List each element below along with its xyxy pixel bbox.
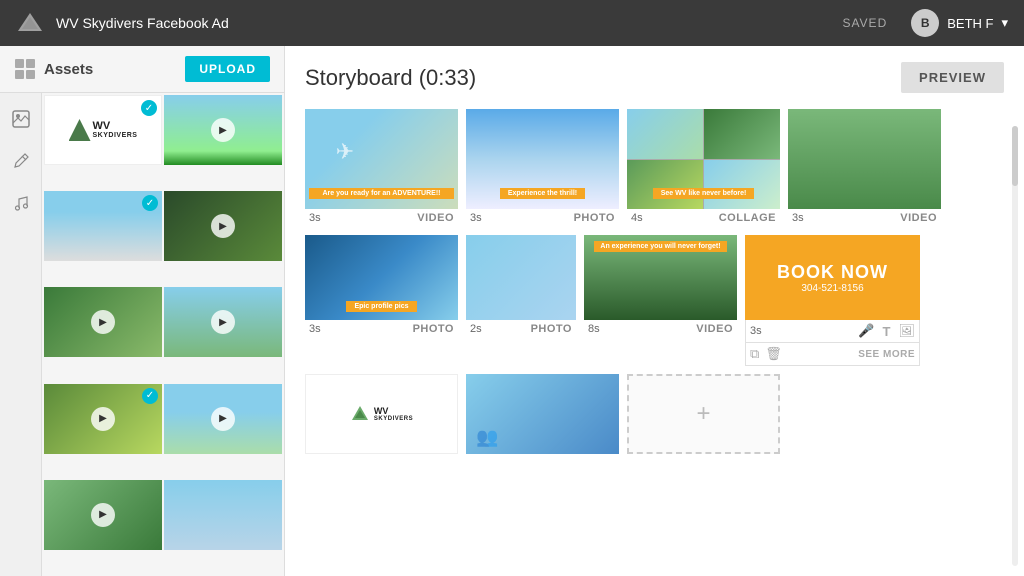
asset-thumb-2[interactable]: ▶ bbox=[164, 95, 282, 165]
asset-selected-check bbox=[142, 195, 158, 211]
play-icon: ▶ bbox=[211, 407, 235, 431]
story-duration: 2s bbox=[470, 323, 482, 335]
storyboard-title: Storyboard (0:33) bbox=[305, 65, 476, 91]
add-icon: + bbox=[696, 400, 710, 428]
story-cell-1-1[interactable]: ✈ Are you ready for an ADVENTURE!! 3s VI… bbox=[305, 109, 458, 227]
nav-pen-icon[interactable] bbox=[7, 147, 35, 175]
story-duration: 3s bbox=[309, 212, 321, 224]
play-icon: ▶ bbox=[91, 310, 115, 334]
story-type: VIDEO bbox=[900, 212, 937, 224]
story-label-2-2: 2s PHOTO bbox=[466, 320, 576, 338]
story-label-1-2: 3s PHOTO bbox=[466, 209, 619, 227]
story-duration: 3s bbox=[470, 212, 482, 224]
topbar: WV Skydivers Facebook Ad SAVED B BETH F … bbox=[0, 0, 1024, 46]
mic-icon[interactable]: 🎤 bbox=[858, 323, 874, 339]
text-icon[interactable]: T bbox=[883, 324, 891, 339]
story-label-1-1: 3s VIDEO bbox=[305, 209, 458, 227]
copy-icon[interactable]: ⧉ bbox=[750, 346, 759, 362]
content-area: Storyboard (0:33) PREVIEW ✈ Are you read… bbox=[285, 46, 1024, 576]
story-cell-3-2[interactable]: 👥 bbox=[466, 374, 619, 454]
assets-panel: WV SKYDIVERS ▶ ▶ bbox=[42, 93, 284, 576]
story-cell-add[interactable]: + bbox=[627, 374, 780, 454]
story-duration: 3s bbox=[309, 323, 321, 335]
story-cell-1-2[interactable]: Experience the thrill! 3s PHOTO bbox=[466, 109, 619, 227]
saved-status: SAVED bbox=[842, 16, 887, 30]
see-more-link[interactable]: SEE MORE bbox=[858, 349, 915, 360]
assets-grid: WV SKYDIVERS ▶ ▶ bbox=[42, 93, 284, 576]
storyboard-row-1: ✈ Are you ready for an ADVENTURE!! 3s VI… bbox=[305, 109, 1004, 227]
user-name: BETH F bbox=[947, 16, 993, 31]
upload-button[interactable]: UPLOAD bbox=[185, 56, 270, 82]
story-label-2-1: 3s PHOTO bbox=[305, 320, 458, 338]
app-logo bbox=[16, 9, 44, 37]
asset-thumb-3[interactable] bbox=[44, 191, 162, 261]
asset-thumb-9[interactable]: ▶ bbox=[44, 480, 162, 550]
user-menu[interactable]: B BETH F ▾ bbox=[911, 9, 1008, 37]
asset-thumb-7[interactable]: ▶ bbox=[44, 384, 162, 454]
story-label-1-4: 3s VIDEO bbox=[788, 209, 941, 227]
play-icon: ▶ bbox=[211, 118, 235, 142]
image-icon[interactable]: 🖼 bbox=[898, 323, 915, 339]
story-duration: 4s bbox=[631, 212, 643, 224]
preview-button[interactable]: PREVIEW bbox=[901, 62, 1004, 93]
story-label-2-3: 8s VIDEO bbox=[584, 320, 737, 338]
nav-image-icon[interactable] bbox=[7, 105, 35, 133]
asset-thumb-8[interactable]: ▶ bbox=[164, 384, 282, 454]
asset-logo-thumb[interactable]: WV SKYDIVERS bbox=[44, 95, 162, 165]
asset-thumb-4[interactable]: ▶ bbox=[164, 191, 282, 261]
storyboard-row-2: Epic profile pics 3s PHOTO 2s PHOTO bbox=[305, 235, 1004, 366]
story-cell-2-2[interactable]: 2s PHOTO bbox=[466, 235, 576, 366]
trash-icon[interactable]: 🗑 bbox=[765, 346, 782, 362]
story-type: PHOTO bbox=[574, 212, 615, 224]
left-nav bbox=[0, 93, 42, 576]
assets-label: Assets bbox=[44, 61, 93, 78]
chevron-down-icon: ▾ bbox=[1001, 15, 1008, 31]
sidebar-content: WV SKYDIVERS ▶ ▶ bbox=[0, 93, 284, 576]
assets-header-left: Assets bbox=[14, 58, 93, 80]
main-layout: Assets UPLOAD bbox=[0, 46, 1024, 576]
story-duration: 3s bbox=[792, 212, 804, 224]
play-icon: ▶ bbox=[211, 214, 235, 238]
avatar: B bbox=[911, 9, 939, 37]
story-cell-1-3[interactable]: See WV like never before! 4s COLLAGE bbox=[627, 109, 780, 227]
story-type: VIDEO bbox=[417, 212, 454, 224]
play-icon: ▶ bbox=[91, 503, 115, 527]
asset-thumb-10[interactable] bbox=[164, 480, 282, 550]
project-title: WV Skydivers Facebook Ad bbox=[56, 15, 830, 31]
assets-icon bbox=[14, 58, 36, 80]
asset-selected-check bbox=[141, 100, 157, 116]
content-header: Storyboard (0:33) PREVIEW bbox=[305, 62, 1004, 93]
sidebar-header: Assets UPLOAD bbox=[0, 46, 284, 93]
story-cell-3-1[interactable]: WV SKYDIVERS bbox=[305, 374, 458, 454]
asset-selected-check bbox=[142, 388, 158, 404]
booknow-card: BOOK NOW 304-521-8156 bbox=[745, 235, 920, 320]
story-type: COLLAGE bbox=[719, 212, 776, 224]
story-type: VIDEO bbox=[696, 323, 733, 335]
play-icon: ▶ bbox=[211, 310, 235, 334]
sidebar: Assets UPLOAD bbox=[0, 46, 285, 576]
play-icon: ▶ bbox=[91, 407, 115, 431]
scrollbar-thumb[interactable] bbox=[1012, 126, 1018, 186]
story-cell-2-1[interactable]: Epic profile pics 3s PHOTO bbox=[305, 235, 458, 366]
asset-thumb-6[interactable]: ▶ bbox=[164, 287, 282, 357]
story-label-1-3: 4s COLLAGE bbox=[627, 209, 780, 227]
story-cell-2-3[interactable]: An experience you will never forget! 8s … bbox=[584, 235, 737, 366]
booknow-title: BOOK NOW bbox=[777, 262, 888, 283]
popup-duration: 3s bbox=[750, 325, 762, 337]
story-type: PHOTO bbox=[413, 323, 454, 335]
nav-music-icon[interactable] bbox=[7, 189, 35, 217]
story-cell-1-4[interactable]: 3s VIDEO bbox=[788, 109, 941, 227]
scrollbar-track[interactable] bbox=[1012, 126, 1018, 566]
booknow-phone: 304-521-8156 bbox=[801, 283, 863, 294]
story-duration: 8s bbox=[588, 323, 600, 335]
asset-thumb-5[interactable]: ▶ bbox=[44, 287, 162, 357]
story-type: PHOTO bbox=[531, 323, 572, 335]
story-cell-2-4[interactable]: BOOK NOW 304-521-8156 3s 🎤 T 🖼 ⧉ bbox=[745, 235, 920, 366]
storyboard-row-3: WV SKYDIVERS 👥 + bbox=[305, 374, 1004, 454]
